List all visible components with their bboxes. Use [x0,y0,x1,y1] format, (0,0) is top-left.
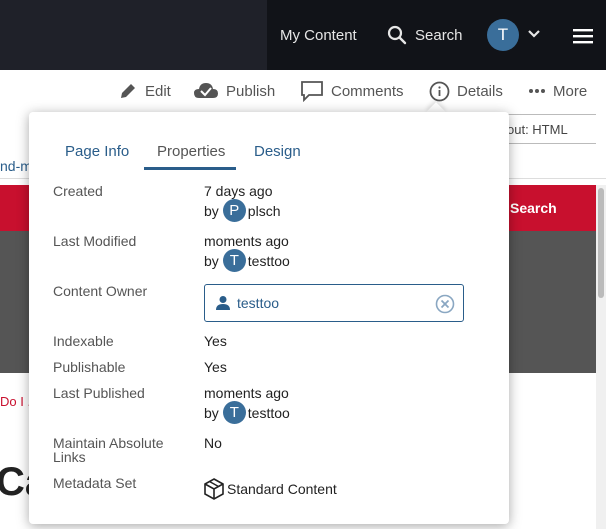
pencil-icon [121,84,135,98]
comment-icon [301,81,323,102]
search-icon [387,25,407,45]
created-label: Created [53,183,103,199]
scrollbar-thumb[interactable] [598,188,604,298]
chevron-down-icon[interactable] [527,27,541,41]
active-tab-indicator [144,167,236,170]
tab-page-info[interactable]: Page Info [65,142,129,172]
modified-value: moments ago [204,233,289,249]
maintain-links-value: No [204,435,222,451]
comments-button[interactable]: Comments [300,70,404,112]
popover-tabs: Page Info Properties Design [29,142,509,172]
user-icon [216,296,230,310]
indexable-label: Indexable [53,333,114,349]
search-nav-label: Search [415,26,463,44]
breadcrumb[interactable]: nd-m [0,158,32,174]
banner-search-button[interactable]: Search [510,200,557,216]
maintain-links-label: Maintain Absolute Links [53,435,164,465]
page-link-text[interactable]: Do I . [0,394,31,409]
published-value: moments ago [204,385,289,401]
search-nav-button[interactable]: Search [387,0,463,70]
metadata-label: Metadata Set [53,475,137,491]
info-icon [429,81,450,101]
modified-by: by Ttesttoo [204,249,290,272]
published-by-name: testtoo [247,404,290,421]
owner-label: Content Owner [53,283,148,299]
more-dots-icon [529,89,545,93]
clear-icon[interactable] [435,294,455,314]
avatar: T [222,401,246,424]
published-by: by Ttesttoo [204,401,290,424]
content-owner-field[interactable]: testtoo [204,284,464,322]
avatar: T [222,249,246,272]
modified-label: Last Modified [53,233,137,249]
owner-value: testtoo [237,295,280,311]
indexable-value: Yes [204,333,227,349]
created-by-name: plsch [247,202,281,219]
cloud-check-icon [194,83,218,98]
more-label: More [553,82,588,100]
publishable-value: Yes [204,359,227,375]
more-button[interactable]: More [528,70,587,112]
publish-button[interactable]: Publish [193,70,275,112]
modified-by-name: testtoo [247,252,290,269]
edit-button[interactable]: Edit [118,70,171,112]
details-label: Details [457,82,503,100]
publish-label: Publish [226,82,276,100]
created-value: 7 days ago [204,183,273,199]
comments-label: Comments [331,82,404,100]
my-content-link[interactable]: My Content [280,0,357,70]
my-content-label: My Content [280,26,357,44]
created-by: by Pplsch [204,199,280,222]
edit-label: Edit [145,82,171,100]
output-select[interactable]: out: HTML [498,114,596,144]
metadata-set: Standard Content [204,478,337,500]
hamburger-menu-icon[interactable] [573,28,593,44]
published-label: Last Published [53,385,145,401]
user-avatar[interactable]: T [487,19,519,51]
details-popover: Page Info Properties Design Created 7 da… [29,112,509,524]
cube-icon [204,478,224,500]
metadata-value: Standard Content [227,481,337,497]
avatar: P [222,199,246,222]
tab-design[interactable]: Design [254,142,301,172]
publishable-label: Publishable [53,359,126,375]
